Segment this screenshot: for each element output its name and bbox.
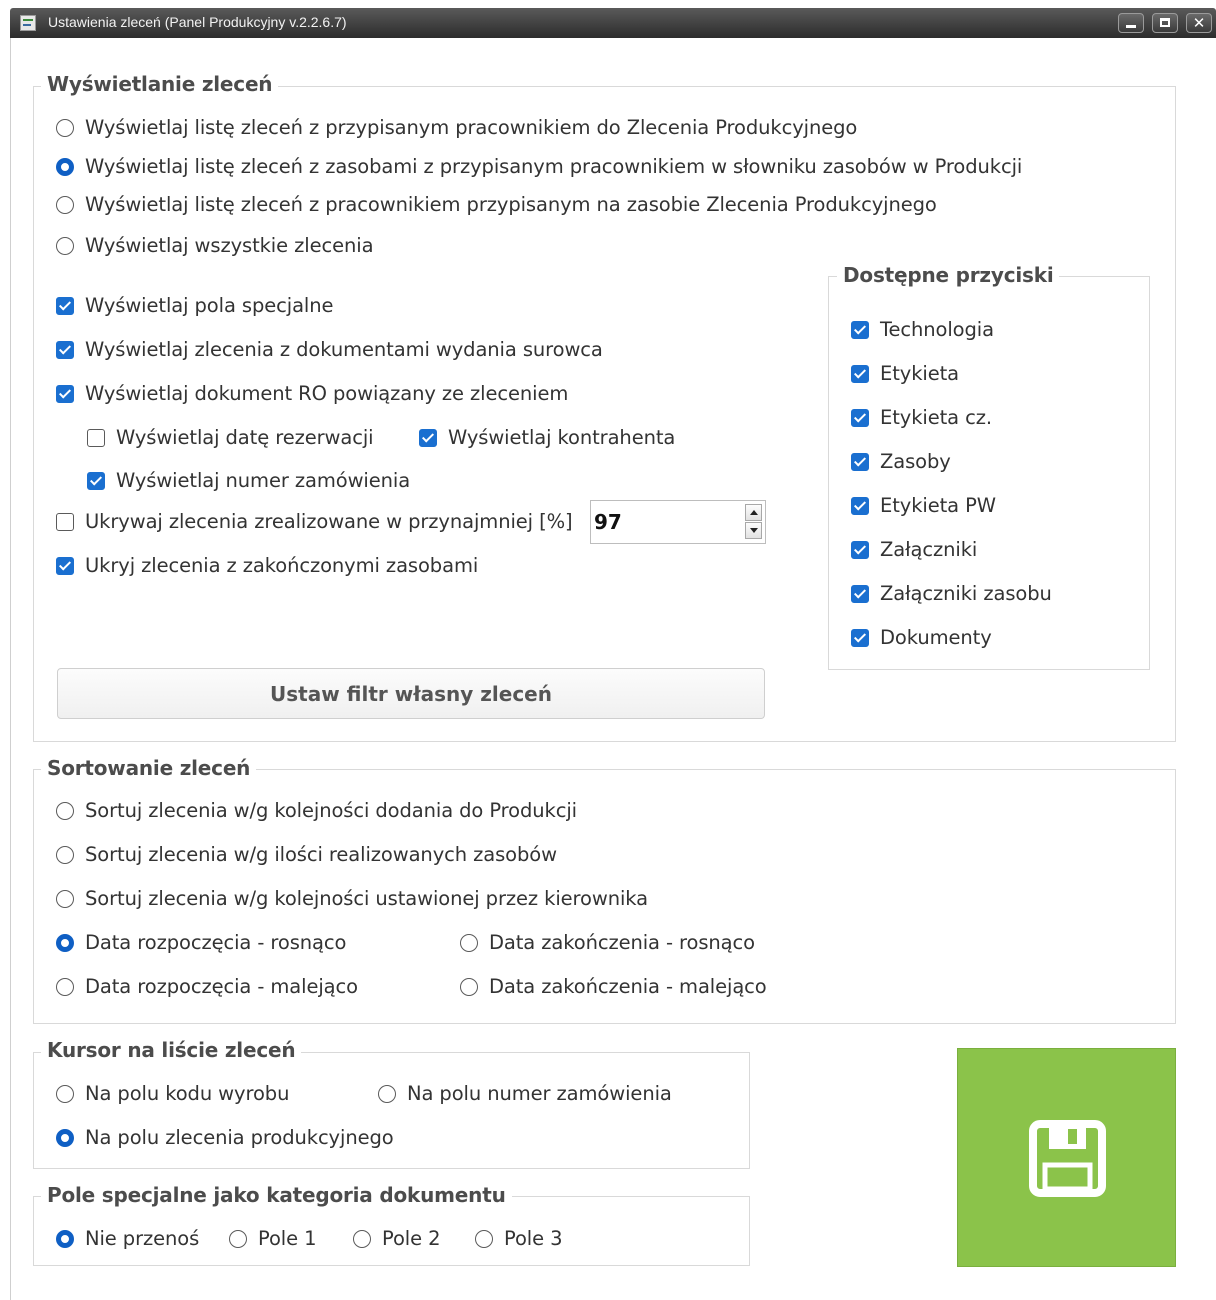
radio-indicator xyxy=(56,933,74,952)
sort-radio-start-asc[interactable]: Data rozpoczęcia - rosnąco xyxy=(56,931,346,954)
checkbox-indicator xyxy=(56,384,74,403)
radio-indicator xyxy=(460,933,478,952)
radio-indicator xyxy=(353,1229,371,1248)
sort-radio-end-asc[interactable]: Data zakończenia - rosnąco xyxy=(460,931,755,954)
hide-realized-checkbox[interactable]: Ukrywaj zlecenia zrealizowane w przynajm… xyxy=(56,510,573,533)
button-option-etykieta-cz[interactable]: Etykieta cz. xyxy=(851,406,992,429)
button-option-zasoby[interactable]: Zasoby xyxy=(851,450,951,473)
checkbox-indicator xyxy=(419,428,437,447)
sort-radio-added[interactable]: Sortuj zlecenia w/g kolejności dodania d… xyxy=(56,799,577,822)
save-button[interactable] xyxy=(957,1048,1176,1267)
radio-indicator xyxy=(56,195,74,214)
radio-indicator xyxy=(56,157,74,176)
close-icon: ✕ xyxy=(1192,14,1206,32)
floppy-disk-icon xyxy=(1029,1120,1106,1197)
display-radio-assigned-worker[interactable]: Wyświetlaj listę zleceń z przypisanym pr… xyxy=(56,116,857,139)
cursor-group xyxy=(33,1052,750,1169)
spin-up-button[interactable] xyxy=(745,504,762,521)
special-fields-checkbox[interactable]: Wyświetlaj pola specjalne xyxy=(56,294,334,317)
button-option-etykieta-pw[interactable]: Etykieta PW xyxy=(851,494,996,517)
cursor-radio-production-order[interactable]: Na polu zlecenia produkcyjnego xyxy=(56,1126,394,1149)
button-option-technologia[interactable]: Technologia xyxy=(851,318,994,341)
custom-filter-button[interactable]: Ustaw filtr własny zleceń xyxy=(57,668,765,719)
maximize-icon xyxy=(1160,18,1170,27)
checkbox-indicator xyxy=(851,628,869,647)
radio-indicator xyxy=(229,1229,247,1248)
close-button[interactable]: ✕ xyxy=(1186,13,1212,33)
buttons-group-legend: Dostępne przyciski xyxy=(837,263,1060,287)
display-group-legend: Wyświetlanie zleceń xyxy=(41,72,279,96)
special-radio-field-2[interactable]: Pole 2 xyxy=(353,1227,441,1250)
checkbox-indicator xyxy=(851,320,869,339)
cursor-group-legend: Kursor na liście zleceń xyxy=(41,1038,302,1062)
ro-doc-checkbox[interactable]: Wyświetlaj dokument RO powiązany ze zlec… xyxy=(56,382,568,405)
app-icon xyxy=(20,15,36,31)
checkbox-indicator xyxy=(851,408,869,427)
checkbox-indicator xyxy=(56,340,74,359)
button-option-zalaczniki-zasobu[interactable]: Załączniki zasobu xyxy=(851,582,1052,605)
sort-radio-resources[interactable]: Sortuj zlecenia w/g ilości realizowanych… xyxy=(56,843,557,866)
radio-indicator xyxy=(56,118,74,137)
minimize-button[interactable] xyxy=(1118,13,1144,33)
radio-indicator xyxy=(460,977,478,996)
checkbox-indicator xyxy=(851,452,869,471)
percent-spinner[interactable]: 97 xyxy=(590,500,766,544)
reservation-date-checkbox[interactable]: Wyświetlaj datę rezerwacji xyxy=(87,426,374,449)
radio-indicator xyxy=(475,1229,493,1248)
window-title: Ustawienia zleceń (Panel Produkcyjny v.2… xyxy=(48,14,347,30)
special-field-group-legend: Pole specjalne jako kategoria dokumentu xyxy=(41,1183,512,1207)
radio-indicator xyxy=(56,845,74,864)
checkbox-indicator xyxy=(851,584,869,603)
title-bar-inner: Ustawienia zleceń (Panel Produkcyjny v.2… xyxy=(10,8,1216,38)
sort-radio-start-desc[interactable]: Data rozpoczęcia - malejąco xyxy=(56,975,358,998)
radio-indicator xyxy=(56,1084,74,1103)
special-radio-field-3[interactable]: Pole 3 xyxy=(475,1227,563,1250)
maximize-button[interactable] xyxy=(1152,13,1178,33)
display-radio-worker-on-resource[interactable]: Wyświetlaj listę zleceń z pracownikiem p… xyxy=(56,193,937,216)
radio-indicator xyxy=(56,236,74,255)
radio-indicator xyxy=(56,977,74,996)
checkbox-indicator xyxy=(56,556,74,575)
checkbox-indicator xyxy=(87,428,105,447)
contractor-checkbox[interactable]: Wyświetlaj kontrahenta xyxy=(419,426,675,449)
special-radio-none[interactable]: Nie przenoś xyxy=(56,1227,199,1250)
cursor-radio-product-code[interactable]: Na polu kodu wyrobu xyxy=(56,1082,289,1105)
spin-down-button[interactable] xyxy=(745,522,762,539)
checkbox-indicator xyxy=(851,496,869,515)
radio-indicator xyxy=(56,1128,74,1147)
sort-radio-manager[interactable]: Sortuj zlecenia w/g kolejności ustawione… xyxy=(56,887,648,910)
display-radio-all[interactable]: Wyświetlaj wszystkie zlecenia xyxy=(56,234,374,257)
checkbox-indicator xyxy=(87,471,105,490)
order-number-checkbox[interactable]: Wyświetlaj numer zamówienia xyxy=(87,469,410,492)
checkbox-indicator xyxy=(851,540,869,559)
radio-indicator xyxy=(56,801,74,820)
cursor-radio-order-number[interactable]: Na polu numer zamówienia xyxy=(378,1082,672,1105)
radio-indicator xyxy=(56,889,74,908)
checkbox-indicator xyxy=(851,364,869,383)
checkbox-indicator xyxy=(56,512,74,531)
button-option-dokumenty[interactable]: Dokumenty xyxy=(851,626,992,649)
special-radio-field-1[interactable]: Pole 1 xyxy=(229,1227,317,1250)
raw-docs-checkbox[interactable]: Wyświetlaj zlecenia z dokumentami wydani… xyxy=(56,338,603,361)
hide-finished-checkbox[interactable]: Ukryj zlecenia z zakończonymi zasobami xyxy=(56,554,478,577)
button-option-zalaczniki[interactable]: Załączniki xyxy=(851,538,977,561)
sort-radio-end-desc[interactable]: Data zakończenia - malejąco xyxy=(460,975,767,998)
title-bar: Ustawienia zleceń (Panel Produkcyjny v.2… xyxy=(0,0,1216,46)
radio-indicator xyxy=(56,1229,74,1248)
button-option-etykieta[interactable]: Etykieta xyxy=(851,362,959,385)
radio-indicator xyxy=(378,1084,396,1103)
sorting-group-legend: Sortowanie zleceń xyxy=(41,756,257,780)
minimize-icon xyxy=(1126,25,1136,28)
percent-value[interactable]: 97 xyxy=(594,510,622,534)
checkbox-indicator xyxy=(56,296,74,315)
window-border xyxy=(10,38,11,1300)
display-radio-resources-worker[interactable]: Wyświetlaj listę zleceń z zasobami z prz… xyxy=(56,155,1022,178)
